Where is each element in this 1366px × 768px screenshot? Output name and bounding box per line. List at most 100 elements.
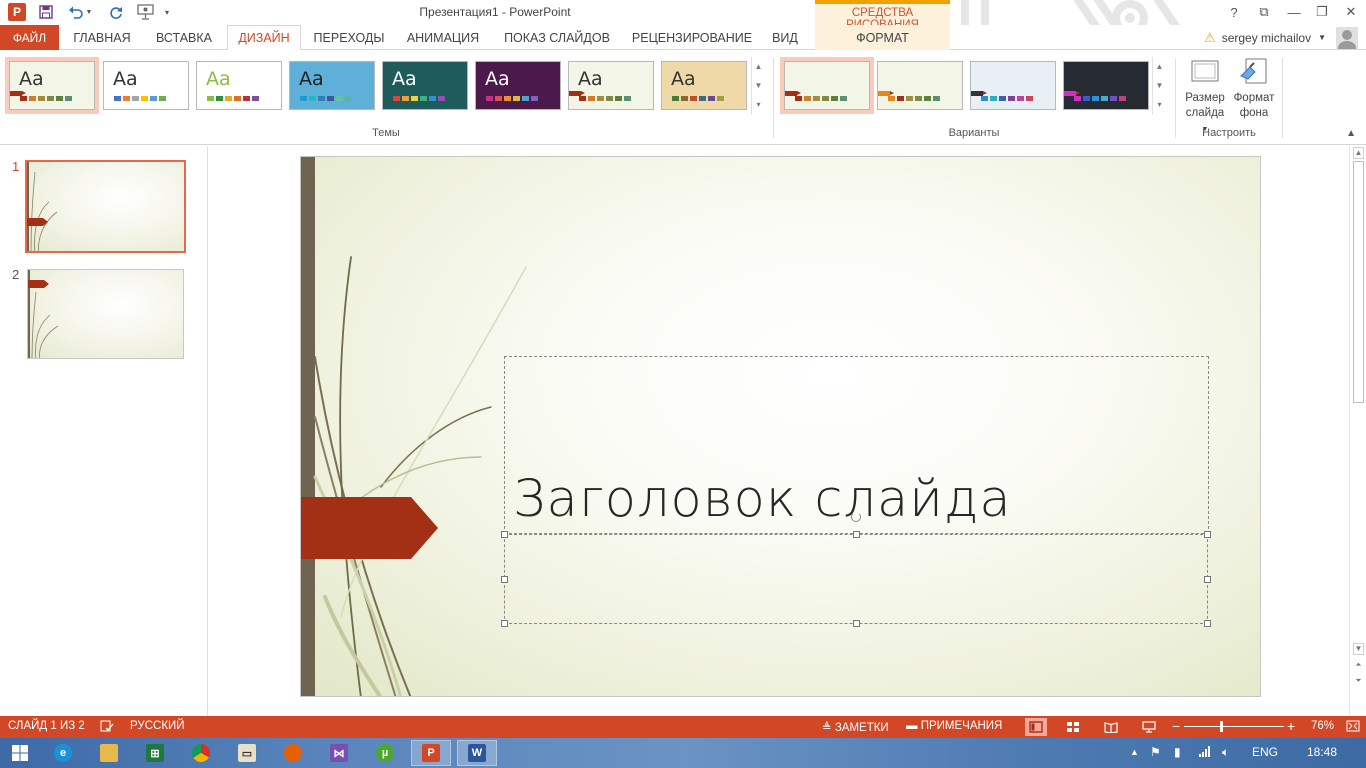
variant-thumbnail[interactable] (1063, 61, 1149, 110)
taskbar-ie[interactable]: e (43, 740, 83, 766)
title-placeholder[interactable]: Заголовок слайда (504, 356, 1209, 534)
tab-animation[interactable]: АНИМАЦИЯ (396, 25, 490, 50)
minimize-button[interactable]: — (1281, 2, 1307, 22)
restore-button[interactable]: ❐ (1309, 2, 1335, 22)
tab-transitions[interactable]: ПЕРЕХОДЫ (306, 25, 392, 50)
variant-thumbnail[interactable] (877, 61, 963, 110)
tab-insert[interactable]: ВСТАВКА (145, 25, 223, 50)
slide-thumbnail-2[interactable] (27, 269, 184, 359)
theme-color-swatches (393, 96, 447, 101)
theme-thumbnail[interactable]: Aa (5, 57, 99, 114)
ribbon-display-options-button[interactable]: ⧉ (1251, 2, 1277, 22)
slide-number-1: 1 (12, 159, 20, 174)
battery-icon[interactable]: ▮ (1174, 745, 1181, 759)
gallery-up-icon[interactable]: ▲ (1153, 57, 1166, 76)
scroll-up-icon[interactable]: ▲ (1353, 147, 1364, 159)
slide-canvas[interactable]: Заголовок слайда (300, 156, 1261, 697)
previous-slide-icon[interactable]: ⏶ (1353, 660, 1364, 672)
resize-handle-bottom-left[interactable] (501, 620, 508, 627)
next-slide-icon[interactable]: ⏷ (1353, 676, 1364, 688)
taskbar-word[interactable]: W (457, 740, 497, 766)
resize-handle-bottom[interactable] (853, 620, 860, 627)
resize-handle-left[interactable] (501, 576, 508, 583)
gallery-down-icon[interactable]: ▼ (1153, 76, 1166, 95)
action-center-flag-icon[interactable]: ⚑ (1150, 745, 1161, 759)
user-account[interactable]: ⚠ sergey michailov ▼ (1204, 25, 1358, 50)
gallery-more-icon[interactable]: ▾ (1153, 95, 1166, 114)
help-button[interactable]: ? (1221, 2, 1247, 22)
resize-handle-right[interactable] (1204, 576, 1211, 583)
internet-explorer-icon: e (54, 744, 72, 762)
taskbar-visual-studio[interactable]: ⋈ (319, 740, 359, 766)
tab-review[interactable]: РЕЦЕНЗИРОВАНИЕ (624, 25, 760, 50)
tab-home[interactable]: ГЛАВНАЯ (62, 25, 142, 50)
tab-slideshow[interactable]: ПОКАЗ СЛАЙДОВ (494, 25, 620, 50)
close-button[interactable]: ✕ (1338, 2, 1364, 22)
comments-button[interactable]: ▬ ПРИМЕЧАНИЯ (906, 720, 1002, 732)
collapse-ribbon-icon[interactable]: ▲ (1346, 128, 1356, 139)
slide-title-text[interactable]: Заголовок слайда (513, 470, 1012, 529)
tray-expand-icon[interactable]: ▲ (1130, 747, 1139, 757)
resize-handle-top-left[interactable] (501, 531, 508, 538)
theme-thumbnail[interactable]: Aa (196, 61, 282, 110)
fit-slide-icon[interactable] (1346, 719, 1360, 736)
clock[interactable]: 18:48 (1307, 745, 1337, 759)
resize-handle-top[interactable] (853, 531, 860, 538)
zoom-out-icon[interactable]: − (1172, 718, 1180, 734)
slide-size-button[interactable]: Размер слайда ▼ (1182, 56, 1228, 137)
powerpoint-window: P ▼ ▾ Презентация1 - PowerPoint СРЕДСТВА… (0, 0, 1366, 768)
proofing-icon[interactable] (100, 719, 114, 736)
taskbar-explorer[interactable] (89, 740, 129, 766)
gallery-more-icon[interactable]: ▾ (752, 95, 765, 114)
vertical-scrollbar[interactable]: ▲ ▼ ⏶ ⏷ (1349, 146, 1366, 716)
gallery-down-icon[interactable]: ▼ (752, 76, 765, 95)
taskbar-utorrent[interactable]: µ (365, 740, 405, 766)
theme-thumbnail[interactable]: Aa (382, 61, 468, 110)
rotate-handle-icon[interactable] (851, 512, 861, 522)
resize-handle-bottom-right[interactable] (1204, 620, 1211, 627)
format-background-icon (1238, 56, 1270, 88)
subtitle-placeholder-selected[interactable] (501, 531, 1211, 627)
variant-thumbnail[interactable] (780, 57, 874, 114)
taskbar-firefox[interactable] (273, 740, 313, 766)
theme-sample-text: Aa (113, 68, 138, 90)
zoom-slider-thumb[interactable] (1220, 721, 1223, 732)
format-background-label-line2: фона (1239, 107, 1269, 119)
scroll-down-icon[interactable]: ▼ (1353, 643, 1364, 655)
gallery-up-icon[interactable]: ▲ (752, 57, 765, 76)
language-status[interactable]: РУССКИЙ (130, 720, 185, 732)
zoom-in-icon[interactable]: + (1287, 718, 1295, 734)
volume-icon[interactable]: 🔈︎ (1222, 745, 1229, 760)
taskbar-powerpoint[interactable]: P (411, 740, 451, 766)
tab-view[interactable]: ВИД (764, 25, 806, 50)
tab-design[interactable]: ДИЗАЙН (227, 25, 301, 51)
taskbar-app-window[interactable]: ▭ (227, 740, 267, 766)
taskbar-excel[interactable]: ⊞ (135, 740, 175, 766)
theme-color-swatches (114, 96, 168, 101)
taskbar-chrome[interactable] (181, 740, 221, 766)
tab-format[interactable]: ФОРМАТ (815, 25, 950, 50)
scrollbar-thumb[interactable] (1353, 161, 1364, 403)
theme-thumbnail[interactable]: Aa (661, 61, 747, 110)
resize-handle-top-right[interactable] (1204, 531, 1211, 538)
slide-thumbnail-1[interactable] (25, 160, 186, 253)
theme-thumbnail[interactable]: Aa (289, 61, 375, 110)
slideshow-view-button[interactable] (1138, 718, 1160, 736)
theme-sample-text: Aa (485, 68, 510, 90)
theme-thumbnail[interactable]: Aa (568, 61, 654, 110)
format-background-button[interactable]: Формат фона (1231, 56, 1277, 121)
start-button[interactable] (0, 740, 40, 766)
zoom-level[interactable]: 76% (1311, 720, 1334, 732)
slide-sorter-view-button[interactable] (1062, 718, 1084, 736)
theme-thumbnail[interactable]: Aa (475, 61, 561, 110)
input-language[interactable]: ENG (1252, 745, 1278, 759)
variant-thumbnail[interactable] (970, 61, 1056, 110)
notes-button[interactable]: ≜ ЗАМЕТКИ (822, 720, 889, 734)
network-signal-icon[interactable] (1198, 745, 1212, 760)
windows-taskbar: e ⊞ ▭ ⋈ µ P W ▲ ⚑ ▮ 🔈︎ ENG 18:48 (0, 738, 1366, 768)
zoom-slider-track[interactable] (1184, 726, 1284, 727)
reading-view-button[interactable] (1100, 718, 1122, 736)
normal-view-button[interactable] (1025, 718, 1047, 736)
tab-file[interactable]: ФАЙЛ (0, 25, 59, 50)
theme-thumbnail[interactable]: Aa (103, 61, 189, 110)
